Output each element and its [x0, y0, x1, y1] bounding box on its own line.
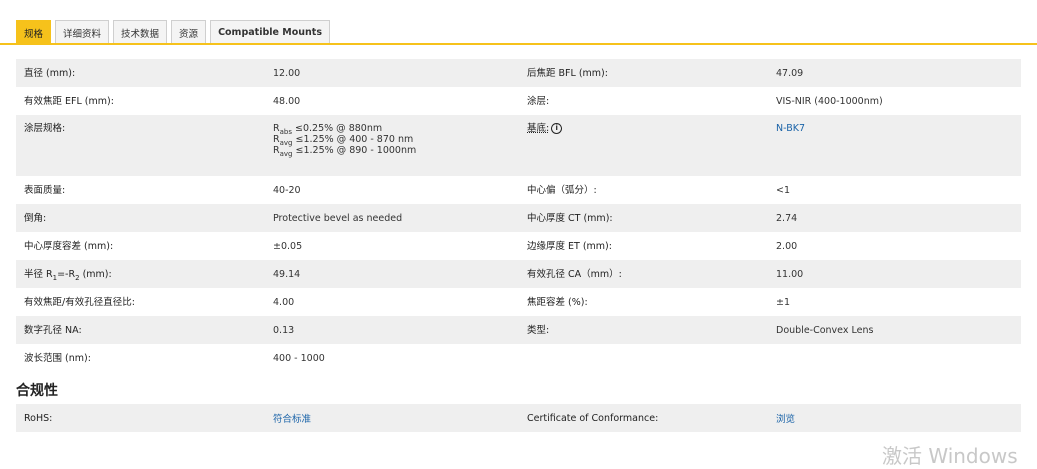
- compliance-table: RoHS: 符合标准 Certificate of Conformance: 浏…: [16, 404, 1021, 432]
- tab-details[interactable]: 详细资料: [55, 20, 110, 44]
- table-row: 有效焦距 EFL (mm): 48.00 涂层: VIS-NIR (400-10…: [16, 87, 1021, 115]
- table-row: 直径 (mm): 12.00 后焦距 BFL (mm): 47.09: [16, 59, 1021, 87]
- spec-value: 11.00: [768, 260, 1021, 288]
- coating-spec-value: Rabs ≤0.25% @ 880nm Ravg ≤1.25% @ 400 - …: [265, 115, 519, 176]
- spec-label: 直径 (mm):: [16, 59, 265, 87]
- tab-specs[interactable]: 规格: [16, 20, 52, 44]
- spec-label: 焦距容差 (%):: [527, 296, 588, 308]
- tab-resources[interactable]: 资源: [171, 20, 207, 44]
- table-row: 波长范围 (nm): 400 - 1000: [16, 344, 1021, 372]
- spec-label: 数字孔径 NA:: [16, 316, 265, 344]
- rohs-label: RoHS:: [16, 404, 265, 432]
- table-row: 中心厚度容差 (mm): ±0.05 边缘厚度 ET (mm): 2.00: [16, 232, 1021, 260]
- table-row: 倒角: Protective bevel as needed 中心厚度 CT (…: [16, 204, 1021, 232]
- tab-technical-data[interactable]: 技术数据: [113, 20, 168, 44]
- table-row: 有效焦距/有效孔径直径比: 4.00 焦距容差 (%): ±1: [16, 288, 1021, 316]
- coating-spec-line: Rabs ≤0.25% @ 880nm: [273, 123, 383, 136]
- spec-label: 类型:: [519, 316, 768, 344]
- spec-label: 表面质量:: [24, 184, 66, 196]
- table-row: 涂层规格: Rabs ≤0.25% @ 880nm Ravg ≤1.25% @ …: [16, 115, 1021, 176]
- spec-value: 2.00: [776, 240, 798, 252]
- radius-label: 半径 R1=-R2 (mm):: [16, 260, 265, 288]
- spec-label: 后焦距 BFL (mm):: [519, 59, 768, 87]
- info-icon[interactable]: i: [551, 123, 563, 134]
- tab-compatible-mounts[interactable]: Compatible Mounts: [210, 20, 330, 44]
- spec-label: 中心厚度 CT (mm):: [519, 204, 768, 232]
- spec-value: 40-20: [273, 184, 301, 196]
- table-row: 半径 R1=-R2 (mm): 49.14 有效孔径 CA（mm）: 11.00: [16, 260, 1021, 288]
- spec-value: 4.00: [273, 296, 295, 308]
- spec-label: 波长范围 (nm):: [24, 352, 91, 364]
- substrate-link[interactable]: N-BK7: [768, 115, 1021, 176]
- spec-label: 中心厚度容差 (mm):: [24, 240, 114, 252]
- spec-value: 400 - 1000: [273, 352, 325, 364]
- spec-label: 有效孔径 CA（mm）:: [519, 260, 768, 288]
- substrate-label[interactable]: 基底: i: [519, 115, 768, 176]
- spec-value: 49.14: [265, 260, 519, 288]
- spec-label: 边缘厚度 ET (mm):: [527, 240, 612, 252]
- spec-label: 有效焦距/有效孔径直径比:: [24, 296, 135, 308]
- spec-label: 有效焦距 EFL (mm):: [24, 95, 114, 107]
- table-row: 表面质量: 40-20 中心偏（弧分）: <1: [16, 176, 1021, 204]
- spec-label: 涂层规格:: [16, 115, 265, 176]
- coating-spec-line: Ravg ≤1.25% @ 400 - 870 nm: [273, 134, 414, 147]
- coc-link[interactable]: 浏览: [768, 404, 1021, 432]
- spec-value: <1: [776, 184, 791, 196]
- compliance-title: 合规性: [16, 383, 58, 399]
- spec-value: ±1: [776, 296, 791, 308]
- spec-value: 2.74: [768, 204, 1021, 232]
- spec-value: VIS-NIR (400-1000nm): [776, 95, 883, 107]
- table-row: RoHS: 符合标准 Certificate of Conformance: 浏…: [16, 404, 1021, 432]
- spec-value: 12.00: [265, 59, 519, 87]
- spec-label: 中心偏（弧分）:: [527, 184, 597, 196]
- tab-underline: [0, 43, 1037, 45]
- spec-label: 倒角:: [16, 204, 265, 232]
- coating-spec-line: Ravg ≤1.25% @ 890 - 1000nm: [273, 145, 417, 158]
- spec-value: ±0.05: [273, 240, 303, 252]
- table-row: 数字孔径 NA: 0.13 类型: Double-Convex Lens: [16, 316, 1021, 344]
- spec-value: Protective bevel as needed: [265, 204, 519, 232]
- rohs-link[interactable]: 符合标准: [265, 404, 519, 432]
- spec-label: 涂层:: [527, 95, 550, 107]
- spec-table: 直径 (mm): 12.00 后焦距 BFL (mm): 47.09 有效焦距 …: [16, 59, 1021, 372]
- spec-value: Double-Convex Lens: [768, 316, 1021, 344]
- tab-bar: 规格 详细资料 技术数据 资源 Compatible Mounts: [16, 18, 330, 44]
- spec-value: 47.09: [768, 59, 1021, 87]
- windows-activation-watermark: 激活 Windows: [882, 444, 1018, 468]
- coc-label: Certificate of Conformance:: [519, 404, 768, 432]
- spec-value: 0.13: [265, 316, 519, 344]
- spec-value: 48.00: [273, 95, 301, 107]
